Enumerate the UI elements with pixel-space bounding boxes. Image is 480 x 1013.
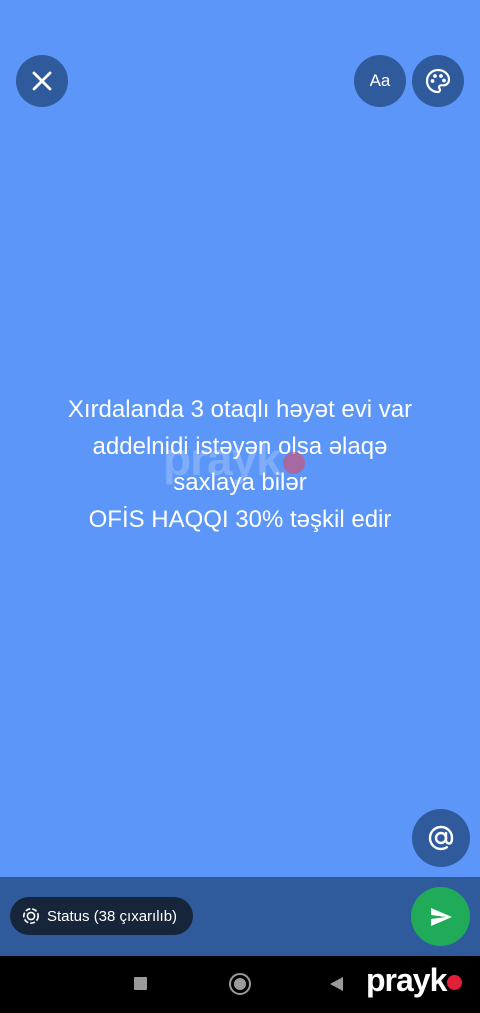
back-button[interactable] — [330, 977, 343, 991]
composer-bottom-bar: Status (38 çıxarılıb) — [0, 877, 480, 956]
palette-icon — [425, 68, 451, 94]
status-text-line: OFİS HAQQI 30% təşkil edir — [88, 505, 392, 533]
status-composer-canvas: Aa Xırdalanda 3 otaqlı həyət evi var add… — [0, 0, 480, 877]
status-ring-icon — [23, 908, 39, 924]
recent-apps-button[interactable] — [134, 977, 147, 990]
watermark-dot — [282, 451, 305, 474]
color-palette-button[interactable] — [412, 55, 464, 107]
watermark-text: prayk — [163, 433, 282, 485]
at-sign-icon — [428, 825, 454, 851]
home-button[interactable] — [229, 973, 251, 995]
status-text-line: Xırdalanda 3 otaqlı həyət evi var — [67, 396, 413, 423]
mention-button[interactable] — [412, 809, 470, 867]
close-button[interactable] — [16, 55, 68, 107]
status-privacy-label: Status (38 çıxarılıb) — [47, 907, 178, 925]
status-privacy-chip[interactable]: Status (38 çıxarılıb) — [10, 897, 194, 935]
close-icon — [32, 71, 52, 91]
corner-watermark-text: prayk — [366, 962, 447, 998]
font-style-label: Aa — [369, 71, 391, 90]
send-button[interactable] — [411, 887, 470, 946]
corner-watermark-dot — [447, 975, 463, 991]
send-icon — [430, 907, 452, 926]
font-style-button[interactable]: Aa — [354, 55, 406, 107]
corner-watermark-logo: prayk — [366, 962, 463, 999]
watermark-logo: prayk — [163, 432, 305, 486]
